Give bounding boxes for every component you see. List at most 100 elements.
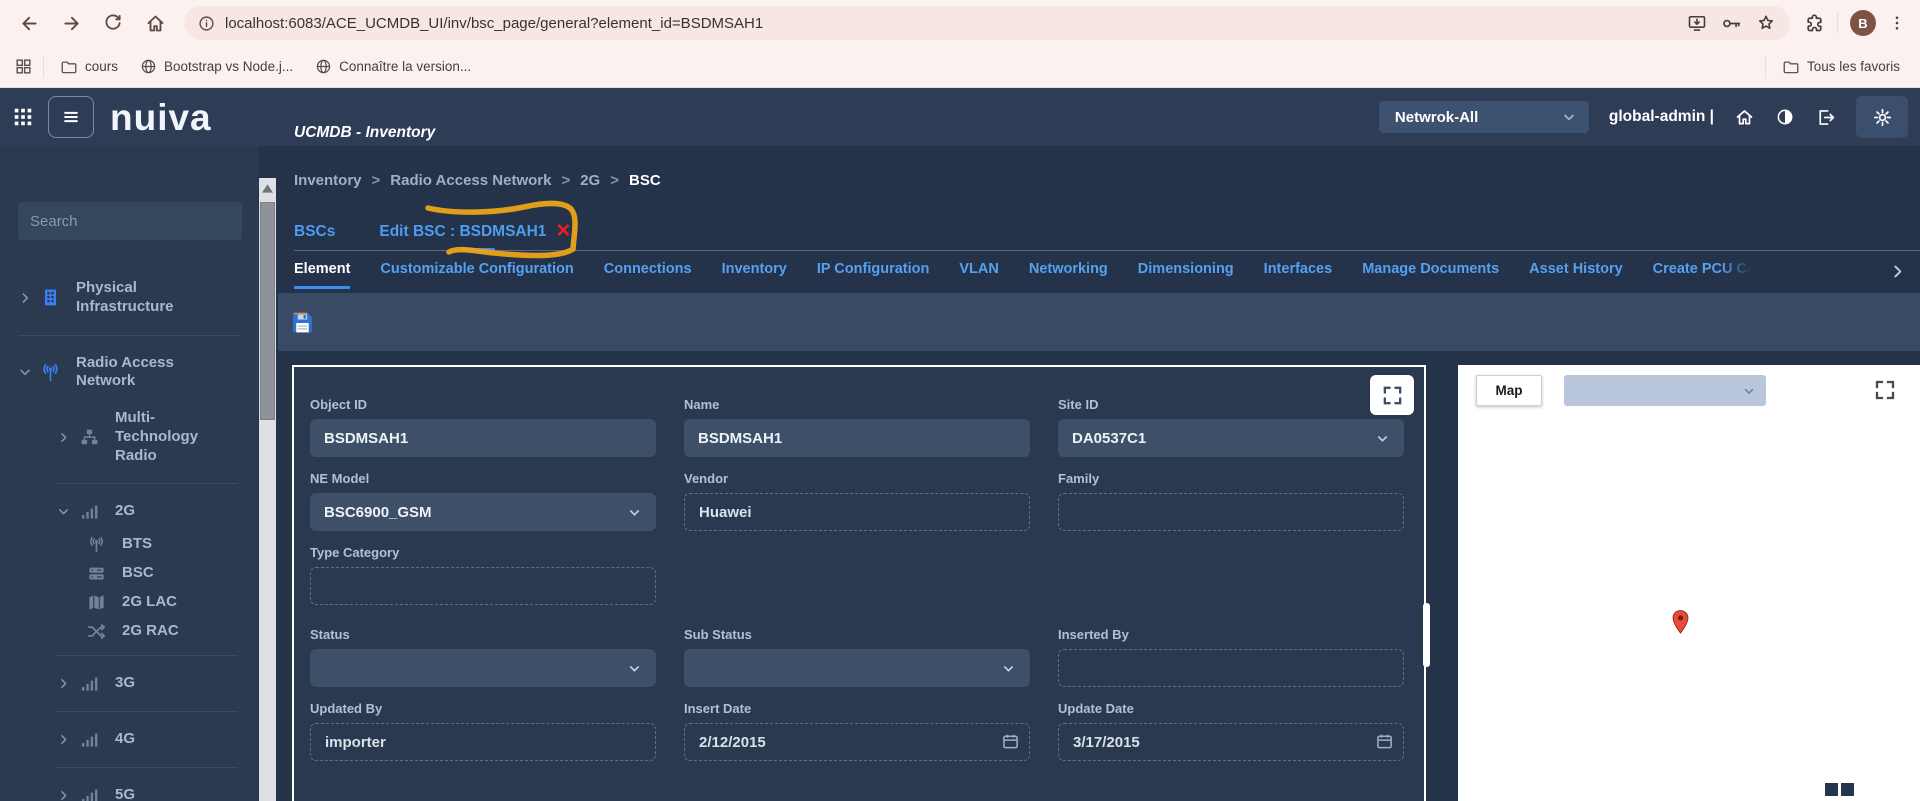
install-app-icon[interactable]: [1687, 13, 1707, 33]
apps-grid-icon[interactable]: [14, 57, 33, 76]
breadcrumb-inventory[interactable]: Inventory: [294, 172, 362, 189]
tab-customizable-configuration[interactable]: Customizable Configuration: [380, 261, 573, 286]
signal-bars-icon: [77, 674, 101, 693]
address-bar[interactable]: [184, 6, 1790, 40]
tab-interfaces[interactable]: Interfaces: [1264, 261, 1333, 286]
sidebar-item-bsc[interactable]: BSC: [0, 559, 258, 588]
forward-icon[interactable]: [52, 4, 90, 42]
logout-icon[interactable]: [1815, 107, 1836, 128]
sidebar-item-2g-rac[interactable]: 2G RAC: [0, 617, 258, 646]
all-bookmarks[interactable]: Tous les favoris: [1776, 54, 1906, 80]
update-date-input[interactable]: [1058, 723, 1404, 761]
sidebar-item-radio-access-network[interactable]: Radio Access Network: [0, 345, 258, 401]
home-button[interactable]: [1734, 107, 1755, 128]
password-key-icon[interactable]: [1721, 13, 1742, 34]
tab-edit-bsc[interactable]: Edit BSC : BSDMSAH1 ✕: [379, 222, 571, 241]
bookmark-star-icon[interactable]: [1756, 13, 1776, 33]
sidebar-item-3g[interactable]: 3G: [0, 665, 258, 702]
vendor-input[interactable]: [684, 493, 1030, 531]
name-input[interactable]: [684, 419, 1030, 457]
map-fullscreen-icon[interactable]: [1872, 377, 1898, 403]
tab-element[interactable]: Element: [294, 261, 350, 289]
signal-bars-icon: [77, 730, 101, 749]
family-input[interactable]: [1058, 493, 1404, 531]
ne-model-select[interactable]: BSC6900_GSM: [310, 493, 656, 531]
object-id-input[interactable]: [310, 419, 656, 457]
tab-dimensioning[interactable]: Dimensioning: [1138, 261, 1234, 286]
breadcrumb-radio-access-network[interactable]: Radio Access Network: [390, 172, 551, 189]
form-scrollbar-thumb[interactable]: [1423, 603, 1430, 667]
insert-date-input[interactable]: [684, 723, 1030, 761]
reload-icon[interactable]: [94, 4, 132, 42]
close-tab-icon[interactable]: ✕: [555, 222, 571, 241]
site-info-icon[interactable]: [198, 15, 215, 32]
menu-dots-icon[interactable]: [1888, 14, 1906, 32]
contrast-toggle-icon[interactable]: [1775, 107, 1795, 127]
sidebar-item-physical-infrastructure[interactable]: Physical Infrastructure: [0, 270, 258, 326]
tab-vlan[interactable]: VLAN: [959, 261, 998, 286]
signal-bars-icon: [77, 786, 101, 801]
map-type-button[interactable]: Map: [1476, 375, 1542, 406]
breadcrumb-2g[interactable]: 2G: [580, 172, 600, 189]
bookmark-folder-cours[interactable]: cours: [54, 54, 124, 80]
settings-gear-button[interactable]: [1856, 96, 1908, 138]
chevron-down-icon: [1001, 661, 1016, 676]
chevron-right-icon: [57, 677, 73, 690]
divider: [43, 56, 44, 78]
updated-by-input[interactable]: [310, 723, 656, 761]
sub-status-select[interactable]: [684, 649, 1030, 687]
map-layer-select[interactable]: [1564, 375, 1766, 406]
back-icon[interactable]: [10, 4, 48, 42]
profile-avatar[interactable]: B: [1850, 10, 1876, 36]
form-toolbar: [278, 293, 1920, 351]
site-id-select[interactable]: DA0537C1: [1058, 419, 1404, 457]
sidebar-item-4g[interactable]: 4G: [0, 721, 258, 758]
tab-networking[interactable]: Networking: [1029, 261, 1108, 286]
expand-fullscreen-button[interactable]: [1370, 375, 1414, 415]
sidebar-item-bts[interactable]: BTS: [0, 530, 258, 559]
field-object-id: Object ID: [310, 397, 656, 457]
divider: [18, 335, 240, 336]
tab-inventory[interactable]: Inventory: [722, 261, 787, 286]
calendar-icon[interactable]: [1002, 733, 1019, 750]
hamburger-menu-button[interactable]: [48, 96, 94, 138]
type-category-input[interactable]: [310, 567, 656, 605]
bookmarks-bar: cours Bootstrap vs Node.j... Connaître l…: [0, 46, 1920, 88]
waffle-grid-icon[interactable]: [12, 106, 34, 128]
extensions-icon[interactable]: [1804, 13, 1825, 34]
section-tabs: Element Customizable Configuration Conne…: [294, 261, 1906, 289]
sidebar-tree: Physical Infrastructure Radio Access Net…: [0, 270, 258, 801]
search-input[interactable]: [18, 202, 242, 240]
tabs-overflow-chevron-icon[interactable]: [1889, 261, 1906, 280]
bookmark-bootstrap[interactable]: Bootstrap vs Node.j...: [134, 54, 299, 79]
home-icon[interactable]: [136, 4, 174, 42]
inserted-by-input[interactable]: [1058, 649, 1404, 687]
calendar-icon[interactable]: [1376, 733, 1393, 750]
tab-ip-configuration[interactable]: IP Configuration: [817, 261, 930, 286]
network-select[interactable]: Netwrok-All: [1379, 101, 1589, 133]
tab-create-pcu[interactable]: Create PCU Ca: [1653, 261, 1755, 286]
tab-bscs-list[interactable]: BSCs: [294, 223, 335, 241]
field-status: Status: [310, 627, 656, 687]
map-marker-icon[interactable]: [1672, 609, 1689, 635]
sidebar-item-5g[interactable]: 5G: [0, 777, 258, 801]
status-select[interactable]: [310, 649, 656, 687]
scrollbar-thumb[interactable]: [260, 202, 275, 420]
scrollbar-up-arrow[interactable]: [259, 180, 276, 196]
sidebar-item-2g-lac[interactable]: 2G LAC: [0, 588, 258, 617]
sidebar-item-2g[interactable]: 2G: [0, 493, 258, 530]
sidebar-item-multi-technology-radio[interactable]: Multi-Technology Radio: [0, 400, 258, 474]
url-input[interactable]: [225, 15, 1677, 32]
tab-connections[interactable]: Connections: [604, 261, 692, 286]
bookmark-connaitre[interactable]: Connaître la version...: [309, 54, 477, 79]
field-inserted-by: Inserted By: [1058, 627, 1404, 687]
divider: [56, 655, 238, 656]
logged-in-user: global-admin |: [1609, 108, 1714, 126]
map-panel: Map: [1458, 365, 1920, 801]
map-bottom-controls[interactable]: [1825, 783, 1854, 796]
tab-manage-documents[interactable]: Manage Documents: [1362, 261, 1499, 286]
save-icon[interactable]: [290, 310, 315, 335]
page-scrollbar: [258, 146, 278, 801]
tab-separator: [294, 250, 1920, 251]
tab-asset-history[interactable]: Asset History: [1529, 261, 1622, 286]
